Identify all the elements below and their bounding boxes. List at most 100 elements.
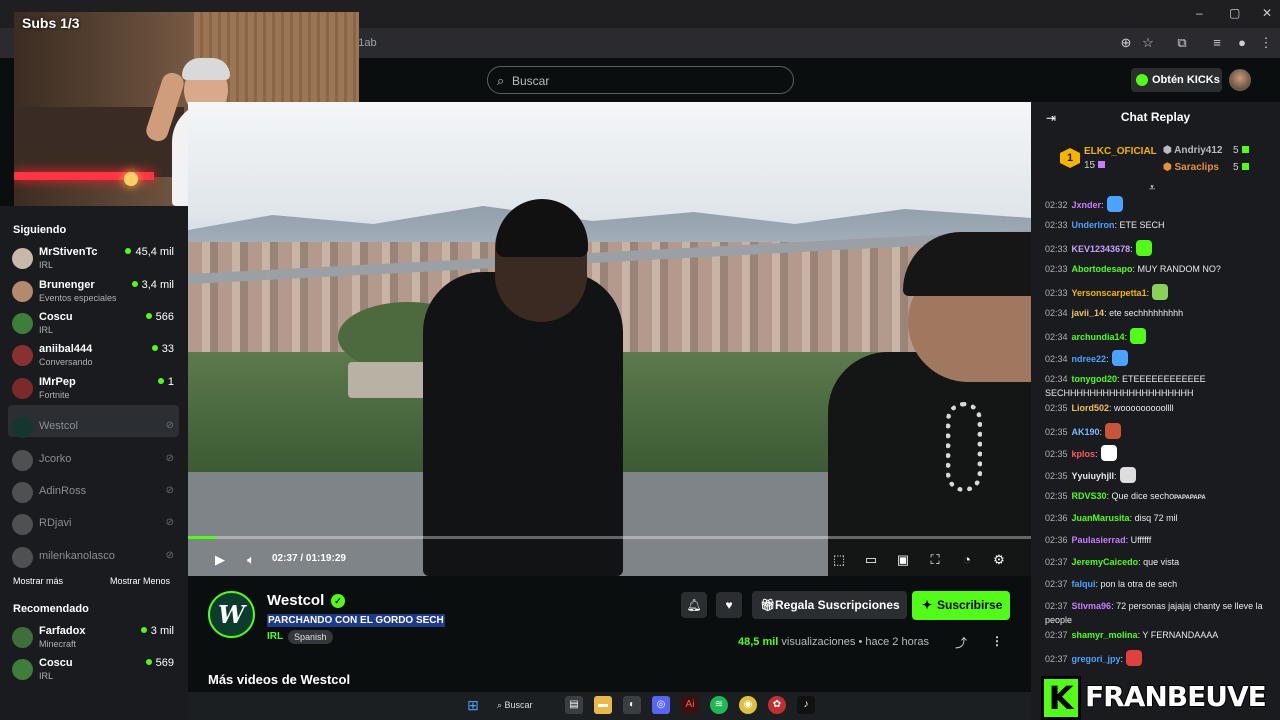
minimize-icon[interactable]: – [1196, 6, 1203, 20]
search-input[interactable]: ⌕ Buscar [487, 66, 794, 94]
follow-heart-button[interactable]: ♥ [716, 592, 742, 618]
chrome-icon[interactable]: ◉ [739, 696, 757, 714]
message-username[interactable]: archundia14 [1072, 332, 1125, 342]
message-username[interactable]: javii_14 [1072, 308, 1105, 318]
chat-emote-icon [1130, 328, 1147, 344]
language-tag[interactable]: Spanish [288, 630, 333, 644]
message-username[interactable]: kplos [1072, 449, 1096, 459]
profile-avatar-icon[interactable]: ● [1233, 34, 1251, 52]
channel-avatar [12, 248, 33, 269]
gift-subs-button[interactable]: 🎁︎ Regala Suscripciones [752, 591, 907, 619]
sidebar-channel-item[interactable]: Jcorko ⊘ [12, 446, 178, 476]
chat-message: 02:33 Yersonscarpetta1: [1045, 284, 1273, 300]
webcam-subs-label: Subs 1/3 [22, 15, 80, 31]
message-username[interactable]: shamyr_molina [1072, 630, 1138, 640]
maximize-icon[interactable]: ▢ [1229, 6, 1240, 20]
sidebar-channel-item[interactable]: MrStivenTc IRL 45,4 mil [12, 246, 178, 276]
zoom-icon[interactable]: ⊕ [1117, 34, 1135, 52]
windows-start-icon[interactable]: ⊞ [464, 696, 482, 714]
taskbar-app-icon[interactable]: ◐ [623, 696, 641, 714]
message-username[interactable]: AK190 [1072, 427, 1100, 437]
clip-icon[interactable]: ⬚ [829, 552, 849, 568]
more-options-icon[interactable]: ⋮ [991, 634, 1003, 648]
recommended-channel-item[interactable]: Farfadox Minecraft 3 mil [12, 625, 178, 655]
message-username[interactable]: Abortodesapo [1072, 264, 1133, 274]
subscribe-button[interactable]: ✦ Suscribirse [912, 591, 1010, 620]
play-icon[interactable]: ▶ [210, 552, 230, 568]
chat-message: 02:35 Yyuiuyhjll: [1045, 467, 1273, 483]
discord-icon[interactable]: ◎ [652, 696, 670, 714]
leader-name[interactable]: ⬢ Saraclips [1163, 162, 1219, 173]
recommended-channel-item[interactable]: Coscu IRL 569 [12, 657, 178, 687]
message-text: : MUY RANDOM NO? [1132, 264, 1221, 274]
sidebar-channel-item[interactable]: Coscu IRL 566 [12, 311, 178, 341]
message-username[interactable]: falqui [1072, 579, 1096, 589]
theater-mode-icon[interactable]: ▭ [861, 552, 881, 568]
user-avatar[interactable] [1229, 69, 1251, 91]
sidebar-channel-item[interactable]: IMrPep Fortnite 1 [12, 376, 178, 406]
sidebar-channel-item[interactable]: Westcol ⊘ [12, 413, 178, 443]
category-link[interactable]: IRL [267, 631, 283, 642]
message-username[interactable]: Yyuiuyhjll [1072, 471, 1115, 481]
volume-icon[interactable]: 🔈︎ [241, 552, 261, 568]
channel-avatar[interactable]: W [208, 591, 255, 638]
share-icon[interactable]: ⤴ [955, 634, 967, 651]
media-control-icon[interactable]: ≡ [1208, 34, 1226, 52]
expand-pinned-icon[interactable]: ⩡ [1149, 182, 1155, 195]
get-kicks-button[interactable]: Obtén KICKs [1131, 68, 1222, 92]
notification-bell-button[interactable]: 🔔︎ [681, 592, 707, 618]
show-less-button[interactable]: Mostrar Menos [110, 576, 170, 586]
message-username[interactable]: gregori_jpy [1072, 654, 1121, 664]
offline-icon: ⊘ [165, 453, 174, 464]
taskbar-search[interactable]: ⌕ Buscar [497, 696, 553, 714]
settings-gear-icon[interactable]: ⚙ [989, 552, 1009, 568]
message-username[interactable]: JuanMarusita [1072, 513, 1130, 523]
recommended-heading: Recomendado [13, 603, 89, 615]
spotify-icon[interactable]: ≋ [710, 696, 728, 714]
show-more-button[interactable]: Mostrar más [13, 576, 63, 586]
sidebar-channel-item[interactable]: milenkanolasco ⊘ [12, 543, 178, 573]
extensions-icon[interactable]: ⧉ [1173, 34, 1191, 52]
taskbar-app-icon[interactable]: ✿ [768, 696, 786, 714]
sidebar-channel-item[interactable]: Brunenger Eventos especiales 3,4 mil [12, 279, 178, 309]
viewer-count: 33 [151, 343, 174, 355]
message-username[interactable]: Stivma96 [1072, 601, 1112, 611]
tiktok-icon[interactable]: ♪ [797, 696, 815, 714]
playback-speed-icon[interactable]: ◔ [957, 552, 977, 568]
channel-category: IRL [39, 260, 54, 270]
pip-icon[interactable]: ▣ [893, 552, 913, 568]
message-username[interactable]: RDVS30 [1072, 491, 1107, 501]
sidebar-channel-item[interactable]: aniibal444 Conversando 33 [12, 343, 178, 373]
message-username[interactable]: Underlron [1072, 220, 1115, 230]
browser-menu-icon[interactable]: ⋮ [1257, 34, 1275, 52]
time-separator: / [300, 553, 304, 564]
message-username[interactable]: ndree22 [1072, 354, 1107, 364]
illustrator-icon[interactable]: Ai [681, 696, 699, 714]
message-username[interactable]: KEV12343678 [1072, 244, 1131, 254]
address-bar[interactable]: 451ab [340, 33, 1100, 53]
message-username[interactable]: Liord502 [1072, 403, 1110, 413]
message-username[interactable]: JeremyCaicedo [1072, 557, 1139, 567]
message-time: 02:36 [1045, 535, 1068, 545]
message-time: 02:33 [1045, 264, 1068, 274]
views-word: visualizaciones [781, 636, 856, 648]
message-username[interactable]: Paulasierrad [1072, 535, 1126, 545]
message-username[interactable]: Yersonscarpetta1 [1072, 288, 1147, 298]
bookmark-star-icon[interactable]: ☆ [1139, 34, 1157, 52]
fullscreen-icon[interactable]: ⛶ [925, 552, 945, 568]
viewer-count: 566 [145, 311, 174, 323]
leader-name[interactable]: ⬢ Andriy412 [1163, 145, 1223, 156]
file-explorer-icon[interactable]: ▬ [594, 696, 612, 714]
close-icon[interactable]: ✕ [1262, 6, 1272, 20]
video-player[interactable] [188, 102, 1031, 576]
task-view-icon[interactable]: ▤ [565, 696, 583, 714]
chat-message: 02:34 archundia14: [1045, 328, 1273, 344]
message-username[interactable]: Jxnder [1072, 200, 1102, 210]
sidebar-channel-item[interactable]: RDjavi ⊘ [12, 510, 178, 540]
channel-name[interactable]: Westcol [267, 592, 324, 609]
message-username[interactable]: tonygod20 [1072, 374, 1118, 384]
video-progress-bar[interactable] [188, 536, 1031, 539]
sidebar-channel-item[interactable]: AdinRoss ⊘ [12, 478, 178, 508]
leader-name[interactable]: ELKC_OFICIAL [1084, 146, 1157, 157]
chat-message: 02:35 RDVS30: Que dice sechoPAPAPAPA [1045, 489, 1273, 505]
